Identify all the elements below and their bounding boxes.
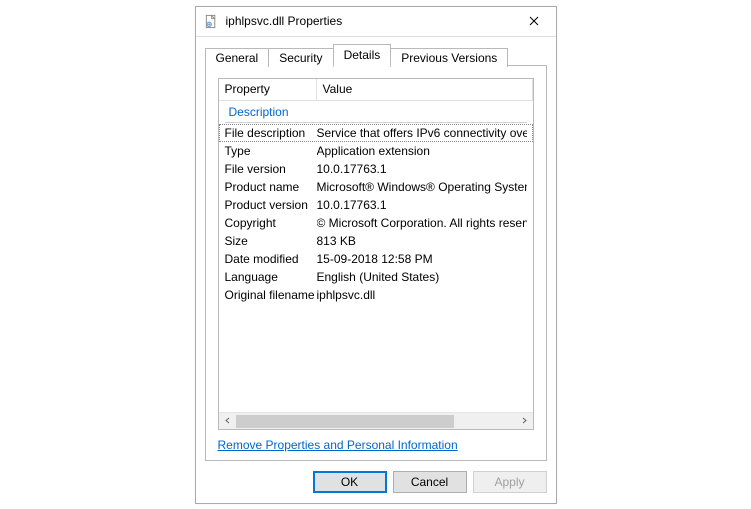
prop-name: Language: [225, 269, 317, 285]
divider: [225, 122, 527, 123]
list-header: Property Value: [219, 79, 533, 101]
prop-name: Date modified: [225, 251, 317, 267]
group-description: Description: [219, 103, 533, 121]
table-row[interactable]: Language English (United States): [219, 268, 533, 286]
close-button[interactable]: [512, 6, 556, 36]
prop-value: 813 KB: [317, 233, 527, 249]
prop-value: 15-09-2018 12:58 PM: [317, 251, 527, 267]
ok-button[interactable]: OK: [313, 471, 387, 493]
tab-security[interactable]: Security: [268, 48, 333, 67]
link-row: Remove Properties and Personal Informati…: [218, 438, 534, 452]
file-icon: [204, 13, 220, 29]
scroll-thumb[interactable]: [236, 415, 454, 428]
client-area: General Security Details Previous Versio…: [196, 37, 556, 461]
scroll-left-icon[interactable]: [219, 412, 236, 429]
prop-value: English (United States): [317, 269, 527, 285]
prop-value: 10.0.17763.1: [317, 161, 527, 177]
prop-value: 10.0.17763.1: [317, 197, 527, 213]
scroll-track[interactable]: [236, 413, 516, 429]
properties-listbox[interactable]: Property Value Description File descript…: [218, 78, 534, 430]
cancel-button[interactable]: Cancel: [393, 471, 467, 493]
prop-name: Original filename: [225, 287, 317, 303]
tab-general[interactable]: General: [205, 48, 270, 67]
table-row[interactable]: Size 813 KB: [219, 232, 533, 250]
prop-name: Type: [225, 143, 317, 159]
tab-previous-versions[interactable]: Previous Versions: [390, 48, 508, 67]
table-row[interactable]: File version 10.0.17763.1: [219, 160, 533, 178]
col-header-property[interactable]: Property: [219, 79, 317, 100]
table-row[interactable]: Type Application extension: [219, 142, 533, 160]
prop-value: Service that offers IPv6 connectivity ov…: [317, 125, 527, 141]
tabstrip: General Security Details Previous Versio…: [205, 43, 547, 65]
list-body: Description File description Service tha…: [219, 101, 533, 412]
dialog-button-row: OK Cancel Apply: [196, 461, 556, 503]
prop-name: Product version: [225, 197, 317, 213]
prop-name: Product name: [225, 179, 317, 195]
table-row[interactable]: Original filename iphlpsvc.dll: [219, 286, 533, 304]
apply-button: Apply: [473, 471, 547, 493]
prop-name: Copyright: [225, 215, 317, 231]
table-row[interactable]: Product version 10.0.17763.1: [219, 196, 533, 214]
prop-value: iphlpsvc.dll: [317, 287, 527, 303]
prop-name: File description: [225, 125, 317, 141]
horizontal-scrollbar[interactable]: [219, 412, 533, 429]
titlebar: iphlpsvc.dll Properties: [196, 7, 556, 37]
tab-details[interactable]: Details: [333, 44, 392, 66]
remove-properties-link[interactable]: Remove Properties and Personal Informati…: [218, 438, 458, 452]
window-title: iphlpsvc.dll Properties: [226, 14, 512, 28]
tabpanel-details: Property Value Description File descript…: [205, 65, 547, 461]
prop-value: Microsoft® Windows® Operating System: [317, 179, 527, 195]
table-row[interactable]: Date modified 15-09-2018 12:58 PM: [219, 250, 533, 268]
col-header-value[interactable]: Value: [317, 79, 533, 100]
table-row[interactable]: File description Service that offers IPv…: [219, 124, 533, 142]
scroll-right-icon[interactable]: [516, 412, 533, 429]
table-row[interactable]: Product name Microsoft® Windows® Operati…: [219, 178, 533, 196]
prop-value: Application extension: [317, 143, 527, 159]
prop-name: File version: [225, 161, 317, 177]
table-row[interactable]: Copyright © Microsoft Corporation. All r…: [219, 214, 533, 232]
properties-dialog: iphlpsvc.dll Properties General Security…: [195, 6, 557, 504]
prop-value: © Microsoft Corporation. All rights rese…: [317, 215, 527, 231]
prop-name: Size: [225, 233, 317, 249]
